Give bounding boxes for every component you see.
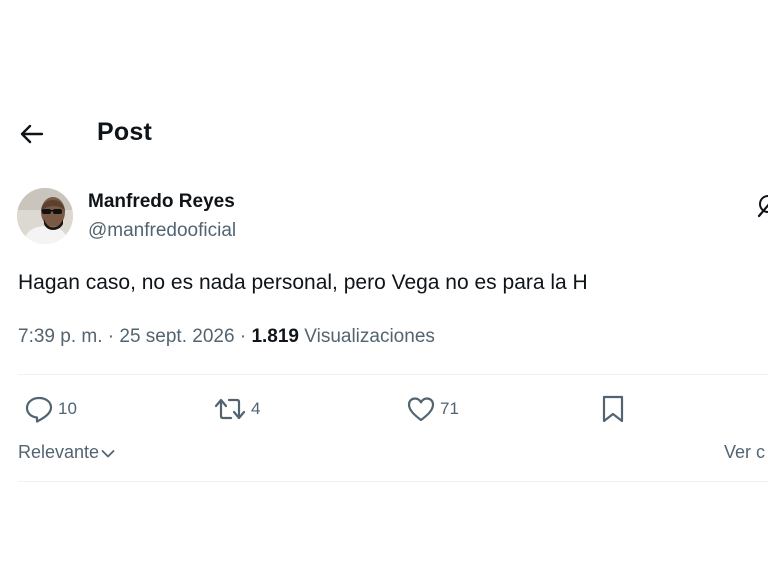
author-handle[interactable]: @manfredooficial <box>88 220 236 242</box>
bookmark-icon <box>602 395 624 423</box>
grok-icon <box>757 195 768 218</box>
arrow-left-icon <box>20 124 44 144</box>
sort-label: Relevante <box>18 442 100 462</box>
views-count: 1.819 <box>251 326 299 347</box>
sort-dropdown[interactable]: Relevante <box>18 442 115 463</box>
tweet-meta: 7:39 p. m. · 25 sept. 2026 · 1.819 Visua… <box>18 326 435 348</box>
reply-icon <box>25 396 53 423</box>
repost-button[interactable]: 4 <box>213 394 260 424</box>
like-count: 71 <box>440 399 459 418</box>
chevron-down-icon <box>101 450 115 458</box>
meta-separator-2: · <box>234 326 252 347</box>
bookmark-button[interactable] <box>600 394 626 424</box>
meta-separator: · <box>102 326 120 347</box>
reply-count: 10 <box>58 399 77 418</box>
avatar-image <box>17 188 73 244</box>
views-label: Visualizaciones <box>304 326 435 347</box>
top-bar: Post <box>0 112 768 156</box>
reply-button[interactable]: 10 <box>24 394 77 424</box>
divider-top <box>18 374 768 375</box>
repost-icon <box>214 398 246 420</box>
avatar[interactable] <box>17 188 73 244</box>
like-button[interactable]: 71 <box>406 394 459 424</box>
tweet-text: Hagan caso, no es nada personal, pero Ve… <box>18 271 588 294</box>
tweet-time[interactable]: 7:39 p. m. <box>18 326 103 347</box>
view-quotes-link[interactable]: Ver c <box>724 442 765 463</box>
back-button[interactable] <box>18 122 46 146</box>
heart-icon <box>407 397 435 422</box>
divider-bottom <box>18 481 768 482</box>
author-name[interactable]: Manfredo Reyes <box>88 191 235 213</box>
page-title: Post <box>97 118 152 146</box>
grok-button[interactable] <box>756 192 768 218</box>
tweet-date[interactable]: 25 sept. 2026 <box>119 326 234 347</box>
repost-count: 4 <box>251 399 261 418</box>
